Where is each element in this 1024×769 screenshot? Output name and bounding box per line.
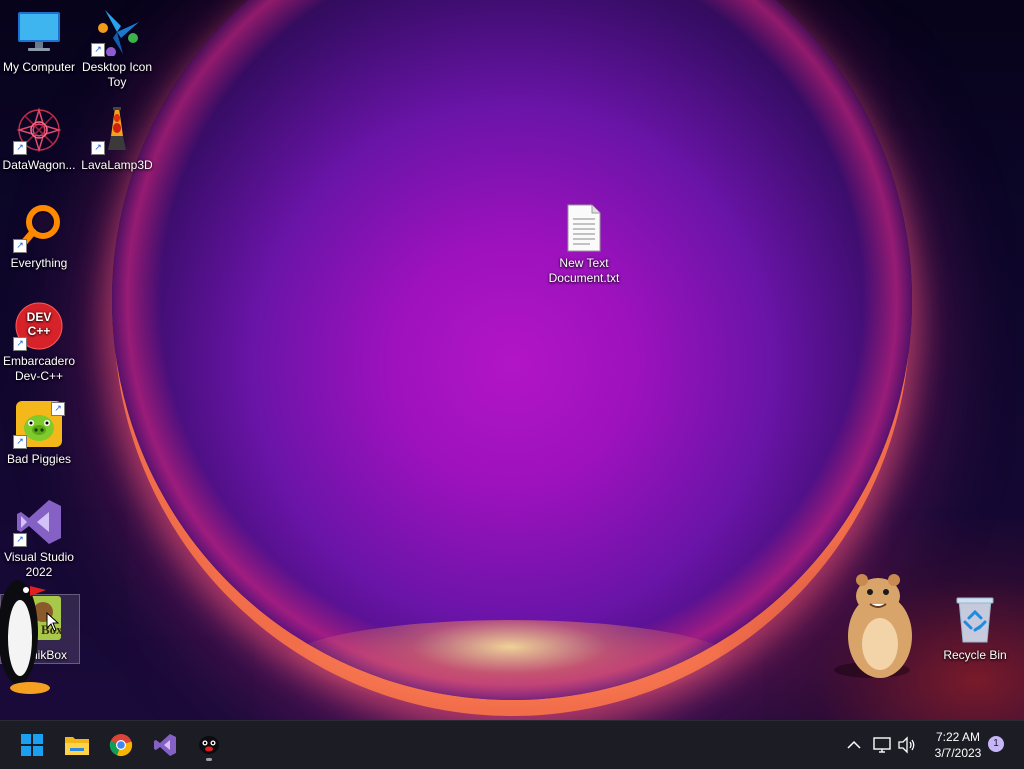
lava-lamp-icon: ↗ [91,106,141,155]
folder-icon [65,737,89,755]
show-hidden-icons-button[interactable] [842,733,866,757]
icon-label: My Computer [2,60,76,74]
shortcut-arrow-icon: ↗ [13,435,27,449]
desktop-icon-lavalamp3d[interactable]: ↗ LavaLamp3D [78,106,156,173]
penguin-icon [199,736,219,754]
mouse-cursor-icon [46,611,60,632]
clock[interactable]: 7:22 AM 3/7/2023 [920,729,996,761]
network-icon [873,737,891,753]
network-button[interactable] [870,733,894,757]
start-button[interactable] [12,725,52,765]
visual-studio-icon [154,734,176,756]
text-file-icon [560,204,608,252]
icon-label: Bad Piggies [6,452,72,466]
hamster-mascot[interactable] [832,574,922,680]
icon-label: Recycle Bin [943,648,1007,662]
taskbar-google-chrome[interactable] [101,725,141,765]
desktop-icon-toy-icon: ↗ [91,8,141,57]
wallpaper-glow-bottom [280,620,740,710]
desktop-icon-my-computer[interactable]: My Computer [0,8,78,75]
taskbar-visual-studio[interactable] [145,725,185,765]
desktop-icon-visual-studio-2022[interactable]: ↗ Visual Studio 2022 [0,498,78,580]
desktop-icon-datawagon[interactable]: ↗ DataWagon... [0,106,78,173]
datawagon-icon: ↗ [13,106,63,155]
taskbar: 7:22 AM 3/7/2023 [0,720,1024,769]
icon-label: Desktop Icon Toy [81,60,153,89]
devcpp-logo-text: DEV C++ [26,310,52,338]
visual-studio-icon: ↗ [13,498,63,547]
clock-time: 7:22 AM [935,730,981,744]
shortcut-arrow-icon: ↗ [91,141,105,155]
windows-logo-icon [21,734,43,756]
monitor-icon [15,8,63,56]
chrome-icon [109,734,133,757]
shortcut-arrow-icon: ↗ [13,141,27,155]
penguin-mascot[interactable] [0,572,56,698]
clock-date: 3/7/2023 [934,746,982,760]
chevron-up-icon [847,740,861,749]
devcpp-icon: DEV C++ ↗ [13,302,63,351]
recycle-bin-icon [951,596,999,644]
speaker-icon [898,736,915,754]
icon-label: LavaLamp3D [81,158,153,172]
desktop-icon-everything[interactable]: ↗ Everything [0,204,78,271]
taskbar-penguin-app[interactable] [189,725,229,765]
shortcut-arrow-icon: ↗ [91,43,105,57]
shortcut-arrow-icon: ↗ [13,239,27,253]
desktop-icon-bad-piggies[interactable]: ↗ ↗ Bad Piggies [0,400,78,467]
desktop-icon-new-text-document[interactable]: New Text Document.txt [545,204,623,286]
desktop-icon-devcpp[interactable]: DEV C++ ↗ Embarcadero Dev-C++ [0,302,78,384]
shortcut-arrow-icon: ↗ [51,402,65,416]
shortcut-arrow-icon: ↗ [13,337,27,351]
icon-label: Everything [10,256,68,270]
desktop-background[interactable]: My Computer ↗ Desktop Icon Toy ↗ DataWag… [0,0,1024,720]
icon-label: Embarcadero Dev-C++ [2,354,76,383]
icon-label: DataWagon... [2,158,76,172]
notification-badge[interactable]: 1 [988,736,1004,752]
taskbar-file-explorer[interactable] [57,725,97,765]
shortcut-arrow-icon: ↗ [13,533,27,547]
magnifier-icon: ↗ [13,204,63,253]
bad-piggies-icon: ↗ ↗ [13,400,65,449]
volume-button[interactable] [895,733,919,757]
icon-label: New Text Document.txt [548,256,620,285]
desktop-icon-recycle-bin[interactable]: Recycle Bin [936,596,1014,663]
running-indicator [206,758,212,761]
desktop-icon-desktop-icon-toy[interactable]: ↗ Desktop Icon Toy [78,8,156,90]
